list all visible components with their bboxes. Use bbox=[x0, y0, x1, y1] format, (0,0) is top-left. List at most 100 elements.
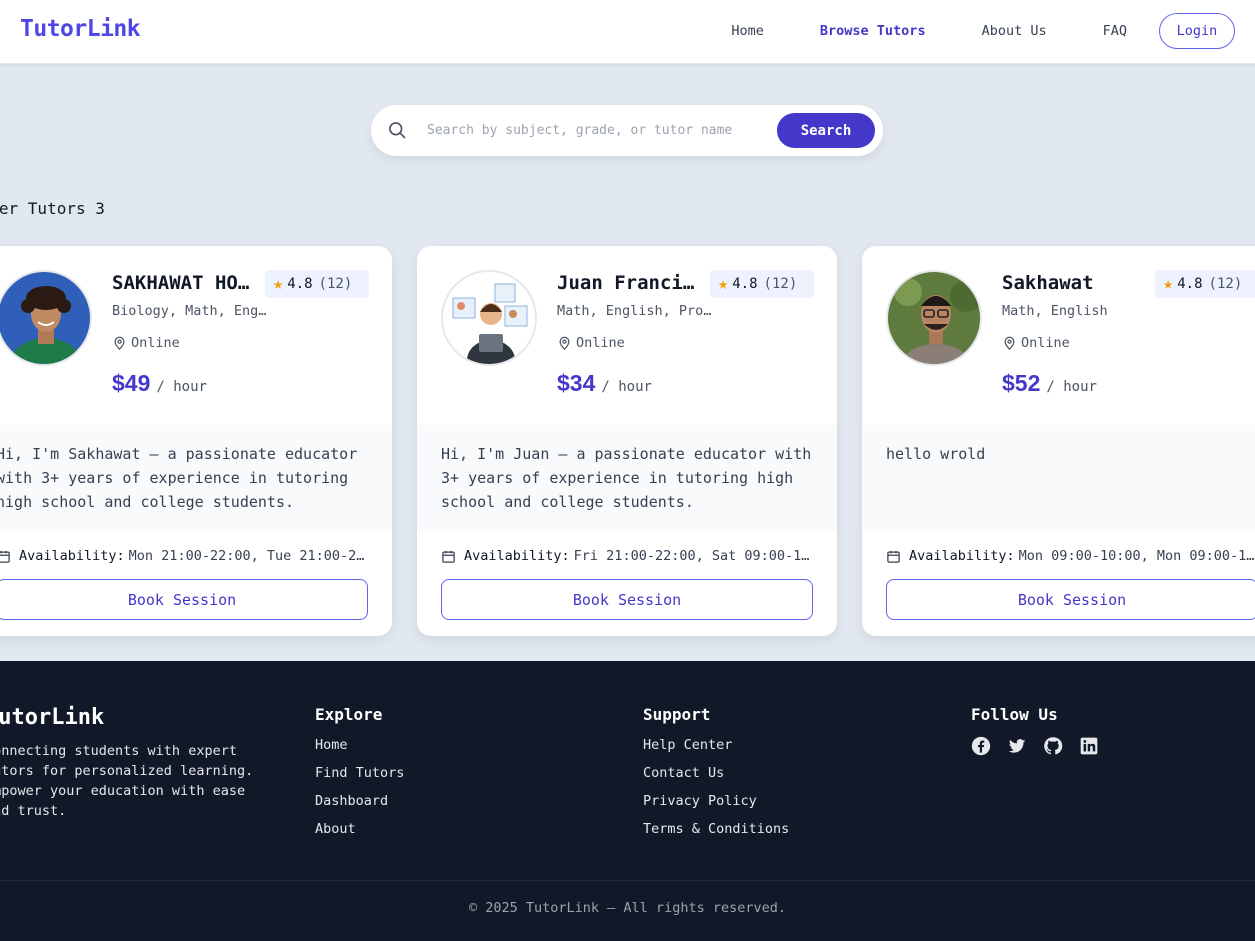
location-text: Online bbox=[576, 335, 625, 351]
tutor-price: $49 / hour bbox=[112, 370, 207, 397]
nav-home[interactable]: Home bbox=[731, 23, 764, 39]
review-count: (12) bbox=[1208, 276, 1243, 292]
footer-explore-title: Explore bbox=[315, 705, 383, 724]
tutor-avatar bbox=[441, 270, 537, 366]
tutor-avatar bbox=[0, 270, 92, 366]
star-icon: ★ bbox=[718, 274, 729, 294]
main-nav: Home Browse Tutors About Us FAQ Login bbox=[675, 13, 1235, 49]
availability-label: Availability: bbox=[19, 548, 125, 564]
availability-value: Mon 09:00-10:00, Mon 09:00-10:00 bbox=[1018, 548, 1255, 564]
location-pin-icon bbox=[114, 336, 125, 350]
availability-value: Fri 21:00-22:00, Sat 09:00-10:00 bbox=[573, 548, 813, 564]
price-amount: $34 bbox=[557, 370, 596, 396]
availability-label: Availability: bbox=[464, 548, 570, 564]
tutor-card: Juan Francisco ★ 4.8 (12) Math, English,… bbox=[417, 246, 837, 636]
footer-link-home[interactable]: Home bbox=[315, 736, 404, 755]
tutor-bio: Hi, I'm Sakhawat — a passionate educator… bbox=[0, 425, 392, 531]
nav-faq[interactable]: FAQ bbox=[1103, 23, 1127, 39]
star-icon: ★ bbox=[273, 274, 284, 294]
calendar-icon bbox=[0, 550, 10, 563]
footer-brand: TutorLink bbox=[0, 705, 105, 730]
tutor-card: Sakhawat ★ 4.8 (12) Math, English Online… bbox=[862, 246, 1255, 636]
social-icons bbox=[971, 736, 1099, 756]
logo[interactable]: TutorLink bbox=[20, 16, 141, 42]
bio-text: hello wrold bbox=[886, 445, 986, 463]
rating-badge: ★ 4.8 (12) bbox=[710, 270, 814, 298]
rating-badge: ★ 4.8 (12) bbox=[1155, 270, 1255, 298]
bio-text: Hi, I'm Sakhawat — a passionate educator… bbox=[0, 445, 358, 511]
search-bar: Search bbox=[371, 105, 883, 156]
footer-follow-title: Follow Us bbox=[971, 705, 1058, 724]
location-pin-icon bbox=[559, 336, 570, 350]
tutor-availability: Availability: Mon 09:00-10:00, Mon 09:00… bbox=[886, 548, 1255, 564]
section-title: Other Tutors 3 bbox=[0, 199, 105, 218]
calendar-icon bbox=[887, 550, 900, 563]
site-footer: TutorLink Connecting students with exper… bbox=[0, 661, 1255, 941]
location-text: Online bbox=[1021, 335, 1070, 351]
price-unit: / hour bbox=[601, 379, 652, 395]
availability-value: Mon 21:00-22:00, Tue 21:00-22:00 bbox=[128, 548, 368, 564]
twitter-icon[interactable] bbox=[1007, 736, 1027, 756]
location-text: Online bbox=[131, 335, 180, 351]
tutor-availability: Availability: Fri 21:00-22:00, Sat 09:00… bbox=[441, 548, 813, 564]
calendar-icon bbox=[442, 550, 455, 563]
footer-support-title: Support bbox=[643, 705, 711, 724]
footer-explore: Explore Home Find Tutors Dashboard About bbox=[315, 705, 404, 848]
tutor-location: Online bbox=[1002, 335, 1070, 351]
footer-link-dashboard[interactable]: Dashboard bbox=[315, 792, 404, 811]
price-unit: / hour bbox=[156, 379, 207, 395]
nav-browse-tutors[interactable]: Browse Tutors bbox=[820, 23, 926, 39]
tutor-name: Juan Francisco bbox=[557, 272, 705, 294]
footer-link-terms[interactable]: Terms & Conditions bbox=[643, 820, 789, 839]
github-icon[interactable] bbox=[1043, 736, 1063, 756]
review-count: (12) bbox=[318, 276, 353, 292]
tutor-location: Online bbox=[112, 335, 180, 351]
top-header: TutorLink Home Browse Tutors About Us FA… bbox=[0, 0, 1255, 64]
tutor-availability: Availability: Mon 21:00-22:00, Tue 21:00… bbox=[0, 548, 368, 564]
search-icon bbox=[389, 122, 406, 139]
linkedin-icon[interactable] bbox=[1079, 736, 1099, 756]
search-input[interactable] bbox=[415, 113, 769, 148]
footer-link-privacy-policy[interactable]: Privacy Policy bbox=[643, 792, 789, 811]
footer-link-find-tutors[interactable]: Find Tutors bbox=[315, 764, 404, 783]
tutor-subjects: Math, English bbox=[1002, 303, 1108, 319]
tutor-subjects: Biology, Math, English bbox=[112, 303, 270, 319]
tutor-location: Online bbox=[557, 335, 625, 351]
location-pin-icon bbox=[1004, 336, 1015, 350]
facebook-icon[interactable] bbox=[971, 736, 991, 756]
rating-badge: ★ 4.8 (12) bbox=[265, 270, 369, 298]
tutor-price: $52 / hour bbox=[1002, 370, 1097, 397]
book-session-button[interactable]: Book Session bbox=[0, 579, 368, 620]
price-amount: $49 bbox=[112, 370, 151, 396]
footer-link-help-center[interactable]: Help Center bbox=[643, 736, 789, 755]
login-button[interactable]: Login bbox=[1159, 13, 1235, 49]
footer-description: Connecting students with expert tutors f… bbox=[0, 743, 254, 819]
tutor-bio: Hi, I'm Juan — a passionate educator wit… bbox=[417, 425, 837, 531]
tutor-price: $34 / hour bbox=[557, 370, 652, 397]
star-icon: ★ bbox=[1163, 274, 1174, 294]
footer-support: Support Help Center Contact Us Privacy P… bbox=[643, 705, 789, 848]
rating-score: 4.8 bbox=[1177, 276, 1203, 292]
bio-text: Hi, I'm Juan — a passionate educator wit… bbox=[441, 445, 812, 511]
price-unit: / hour bbox=[1046, 379, 1097, 395]
availability-label: Availability: bbox=[909, 548, 1015, 564]
tutor-bio: hello wrold bbox=[862, 425, 1255, 531]
review-count: (12) bbox=[763, 276, 798, 292]
tutor-avatar bbox=[886, 270, 982, 366]
footer-link-about[interactable]: About bbox=[315, 820, 404, 839]
rating-score: 4.8 bbox=[287, 276, 313, 292]
tutor-name: SAKHAWAT HOSSAIN bbox=[112, 272, 260, 294]
nav-about-us[interactable]: About Us bbox=[982, 23, 1047, 39]
tutor-name: Sakhawat bbox=[1002, 272, 1094, 294]
copyright-text: © 2025 TutorLink — All rights reserved. bbox=[469, 900, 786, 916]
book-session-button[interactable]: Book Session bbox=[886, 579, 1255, 620]
search-button[interactable]: Search bbox=[777, 113, 875, 148]
book-session-button[interactable]: Book Session bbox=[441, 579, 813, 620]
footer-link-contact-us[interactable]: Contact Us bbox=[643, 764, 789, 783]
price-amount: $52 bbox=[1002, 370, 1041, 396]
rating-score: 4.8 bbox=[732, 276, 758, 292]
footer-follow: Follow Us bbox=[971, 705, 1099, 756]
tutor-subjects: Math, English, Programming bbox=[557, 303, 715, 319]
footer-divider bbox=[0, 880, 1255, 881]
tutor-card: SAKHAWAT HOSSAIN ★ 4.8 (12) Biology, Mat… bbox=[0, 246, 392, 636]
